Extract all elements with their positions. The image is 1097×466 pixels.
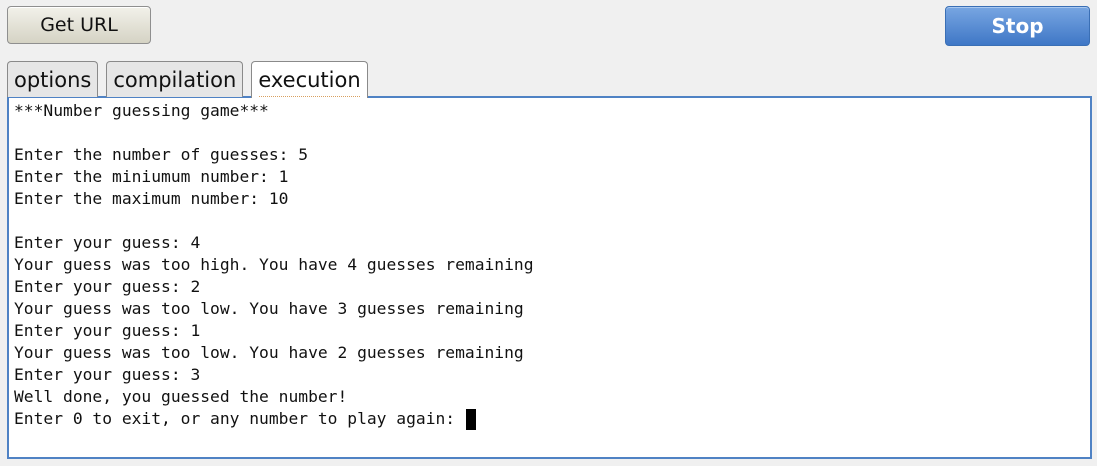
console-output: ***Number guessing game*** Enter the num…: [14, 101, 534, 406]
console-prompt: Enter 0 to exit, or any number to play a…: [14, 409, 465, 428]
tab-bar: options compilation execution: [7, 61, 368, 98]
tab-options[interactable]: options: [7, 61, 99, 97]
tab-active-indicator: [259, 96, 360, 97]
console-input-line[interactable]: Enter 0 to exit, or any number to play a…: [14, 408, 1085, 430]
tab-execution[interactable]: execution: [251, 61, 368, 98]
tab-compilation[interactable]: compilation: [106, 61, 244, 97]
execution-console[interactable]: ***Number guessing game*** Enter the num…: [7, 96, 1092, 459]
text-cursor: [465, 408, 476, 430]
tab-execution-label: execution: [258, 68, 361, 92]
stop-button[interactable]: Stop: [945, 6, 1090, 46]
get-url-button[interactable]: Get URL: [7, 6, 151, 44]
